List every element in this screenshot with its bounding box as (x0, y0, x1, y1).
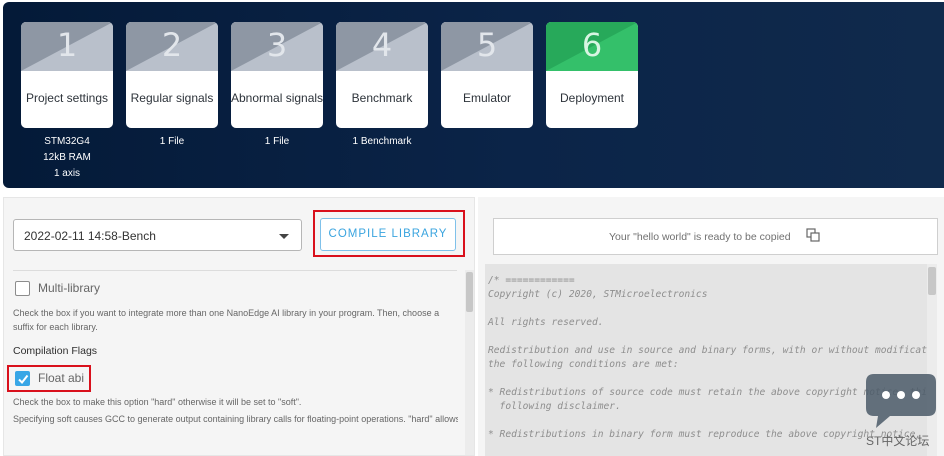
multi-library-checkbox[interactable] (15, 281, 30, 296)
step-project-settings[interactable]: 1 Project settings STM32G4 12kB RAM 1 ax… (21, 22, 113, 182)
step-card[interactable]: 5 Emulator (441, 22, 533, 128)
step-title: Abnormal signals (231, 91, 323, 105)
deployment-settings-panel: 2022-02-11 14:58-Bench COMPILE LIBRARY M… (3, 197, 475, 456)
step-title: Regular signals (130, 91, 214, 105)
compile-library-button[interactable]: COMPILE LIBRARY (320, 218, 456, 251)
code-line: * Redistributions in binary form must re… (488, 429, 922, 440)
divider (13, 270, 457, 271)
chevron-down-icon (279, 234, 289, 239)
step-card[interactable]: 1 Project settings (21, 22, 113, 128)
copy-hello-world-button[interactable]: Your "hello world" is ready to be copied (493, 218, 938, 255)
scrollbar-thumb[interactable] (466, 272, 473, 312)
step-benchmark[interactable]: 4 Benchmark 1 Benchmark (336, 22, 428, 150)
float-abi-details: Specifying soft causes GCC to generate o… (13, 414, 458, 424)
code-line: /* ============ (488, 275, 575, 286)
step-number: 4 (371, 26, 393, 64)
forum-watermark: ST中文论坛 (866, 434, 930, 448)
step-info: 1 Benchmark (352, 136, 412, 147)
step-card[interactable]: 4 Benchmark (336, 22, 428, 128)
step-number: 2 (161, 26, 183, 64)
step-emulator[interactable]: 5 Emulator (441, 22, 533, 128)
step-regular-signals[interactable]: 2 Regular signals 1 File (126, 22, 218, 150)
step-deployment[interactable]: 6 Deployment (546, 22, 638, 128)
multi-library-label: Multi-library (38, 281, 101, 295)
step-number: 6 (581, 26, 603, 64)
float-abi-checkbox[interactable] (15, 371, 30, 386)
step-title: Emulator (462, 91, 512, 105)
multi-library-description: Check the box if you want to integrate m… (13, 308, 440, 332)
step-card[interactable]: 3 Abnormal signals (231, 22, 323, 128)
step-number: 1 (56, 26, 78, 64)
step-card[interactable]: 6 Deployment (546, 22, 638, 128)
code-line: Redistribution and use in source and bin… (488, 345, 929, 356)
checkmark-icon (18, 374, 29, 385)
code-scrollbar-thumb[interactable] (928, 267, 936, 295)
float-abi-label: Float abi (38, 371, 85, 385)
workflow-header: 1 Project settings STM32G4 12kB RAM 1 ax… (3, 2, 944, 188)
step-title: Project settings (25, 91, 109, 105)
step-title: Benchmark (351, 91, 413, 105)
benchmark-select-value: 2022-02-11 14:58-Bench (24, 229, 156, 243)
compilation-flags-heading: Compilation Flags (13, 345, 98, 357)
code-line: following disclaimer. (488, 401, 621, 412)
code-line: * Redistributions of source code must re… (488, 387, 927, 398)
step-info: 1 File (159, 136, 185, 147)
code-line: the following conditions are met: (488, 359, 679, 370)
hello-world-text: Your "hello world" is ready to be copied (609, 231, 791, 243)
step-card[interactable]: 2 Regular signals (126, 22, 218, 128)
benchmark-select[interactable]: 2022-02-11 14:58-Bench (13, 219, 302, 251)
step-number: 5 (476, 26, 498, 64)
step-number: 3 (266, 26, 288, 64)
app-root: 1 Project settings STM32G4 12kB RAM 1 ax… (0, 0, 944, 456)
step-info: 1 File (264, 136, 290, 147)
code-line: All rights reserved. (488, 317, 604, 328)
chat-bubble-icon[interactable] (864, 372, 938, 430)
code-viewer[interactable]: /* ============ Copyright (c) 2020, STMi… (485, 264, 929, 456)
step-title: Deployment (559, 91, 625, 105)
copy-icon (806, 228, 820, 242)
step-info: STM32G4 12kB RAM 1 axis (43, 136, 91, 179)
float-abi-description: Check the box to make this option "hard"… (13, 397, 302, 407)
code-line: Copyright (c) 2020, STMicroelectronics (488, 289, 708, 300)
step-abnormal-signals[interactable]: 3 Abnormal signals 1 File (231, 22, 323, 150)
